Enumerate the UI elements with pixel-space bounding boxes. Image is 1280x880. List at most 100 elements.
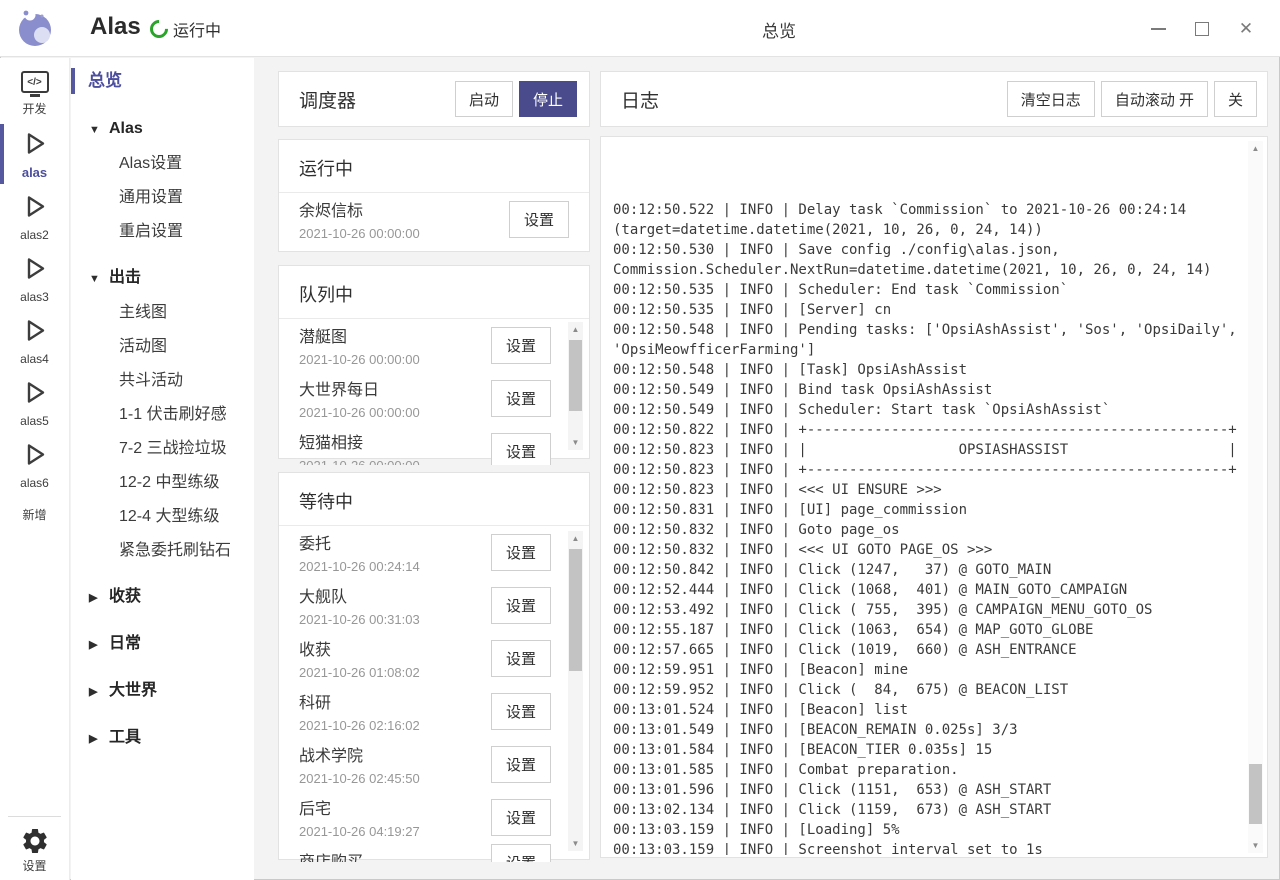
chevron-icon: ▶ [89,681,109,703]
nav-item[interactable]: ▶工具 [71,727,254,750]
start-button[interactable]: 启动 [455,81,513,117]
log-off-button[interactable]: 关 [1214,81,1257,117]
rail-item[interactable]: alas4 [0,317,69,366]
stop-button[interactable]: 停止 [519,81,577,117]
gear-icon [20,826,50,856]
waiting-task-list: 委托 2021-10-26 00:24:14 设置 大舰队 2021-10-26… [279,526,589,862]
scheduler-header: 调度器 启动 停止 [278,71,590,127]
titlebar: Alas 运行中 总览 ✕ [0,0,1280,57]
log-line: 00:12:50.823 | INFO | | OPSIASHASSIST | [613,440,1243,460]
log-line: 00:12:50.535 | INFO | Scheduler: End tas… [613,280,1243,300]
task-settings-button[interactable]: 设置 [491,587,551,624]
rail-item[interactable]: alas6 [0,441,69,490]
task-row: 大舰队 2021-10-26 00:31:03 设置 [299,583,519,627]
window-controls: ✕ [1136,0,1268,57]
scroll-up-icon[interactable]: ▲ [1248,141,1263,156]
nav-item[interactable]: 活动图 [71,336,254,358]
log-scrollbar[interactable]: ▲ ▼ [1248,141,1263,853]
task-name: 战术学院 [299,742,519,766]
rail-item[interactable]: alas [0,130,69,180]
rail-item[interactable]: alas3 [0,255,69,304]
task-time: 2021-10-26 00:00:00 [299,226,519,241]
minimize-button[interactable] [1136,9,1180,49]
scroll-down-icon[interactable]: ▼ [568,836,583,851]
nav-item-label: 大世界 [109,682,157,699]
task-settings-button[interactable]: 设置 [509,201,569,238]
scroll-down-icon[interactable]: ▼ [568,435,583,450]
queued-card: 队列中 潜艇图 2021-10-26 00:00:00 设置 大世界每日 202… [278,265,590,459]
scrollbar-thumb[interactable] [569,340,582,411]
log-line: 00:12:50.522 | INFO | Delay task `Commis… [613,200,1243,220]
rail-settings-button[interactable]: 设置 [8,816,61,874]
log-line: 00:12:59.951 | INFO | [Beacon] mine [613,660,1243,680]
scroll-down-icon[interactable]: ▼ [1248,838,1263,853]
nav-item[interactable]: Alas设置 [71,153,254,175]
nav-item[interactable]: 12-2 中型练级 [71,472,254,494]
log-line: 00:13:01.584 | INFO | [BEACON_TIER 0.035… [613,740,1243,760]
play-icon [21,441,48,468]
waiting-scrollbar[interactable]: ▲ ▼ [568,531,583,851]
log-line: 00:12:59.952 | INFO | Click ( 84, 675) @… [613,680,1243,700]
task-settings-button[interactable]: 设置 [491,746,551,783]
nav-item[interactable]: ▶收获 [71,586,254,609]
task-settings-button[interactable]: 设置 [491,640,551,677]
autoscroll-toggle-button[interactable]: 自动滚动 开 [1101,81,1208,117]
task-settings-button[interactable]: 设置 [491,799,551,836]
task-name: 科研 [299,689,519,713]
rail-item[interactable]: 新增 [0,503,69,523]
log-line: 00:12:50.832 | INFO | Goto page_os [613,520,1243,540]
nav-item[interactable]: 共斗活动 [71,370,254,392]
scrollbar-thumb[interactable] [569,549,582,671]
rail-item-label: alas5 [20,414,49,428]
running-task-list: 余烬信标 2021-10-26 00:00:00 设置 [279,193,589,250]
scrollbar-thumb[interactable] [1249,764,1262,824]
nav-item-label: 活动图 [119,338,167,355]
task-settings-button[interactable]: 设置 [491,844,551,862]
nav-item[interactable]: ▶日常 [71,633,254,656]
nav-item[interactable]: 重启设置 [71,221,254,243]
nav-item-label: 主线图 [119,304,167,321]
nav-item[interactable]: 通用设置 [71,187,254,209]
task-settings-button[interactable]: 设置 [491,693,551,730]
log-line: 00:12:53.492 | INFO | Click ( 755, 395) … [613,600,1243,620]
rail-item[interactable]: alas5 [0,379,69,428]
app-name: Alas [90,13,141,41]
task-row: 大世界每日 2021-10-26 00:00:00 设置 [299,376,519,420]
close-button[interactable]: ✕ [1224,9,1268,49]
task-settings-button[interactable]: 设置 [491,380,551,417]
nav-item[interactable]: 1-1 伏击刷好感 [71,404,254,426]
task-settings-button[interactable]: 设置 [491,327,551,364]
log-line: 00:12:50.530 | INFO | Save config ./conf… [613,240,1243,260]
task-settings-button[interactable]: 设置 [491,433,551,466]
task-row: 短猫相接 2021-10-26 00:00:00 设置 [299,429,519,465]
running-spinner-icon [146,16,171,41]
nav-item[interactable]: 12-4 大型练级 [71,506,254,528]
nav-item[interactable]: 主线图 [71,302,254,324]
play-icon [21,193,48,220]
log-line: 00:13:01.524 | INFO | [Beacon] list [613,700,1243,720]
task-row: 后宅 2021-10-26 04:19:27 设置 [299,795,519,839]
task-time: 2021-10-26 02:16:02 [299,718,519,733]
nav-item[interactable]: 7-2 三战捡垃圾 [71,438,254,460]
log-line: 00:13:02.134 | INFO | Click (1159, 673) … [613,800,1243,820]
play-icon [21,130,48,157]
nav-item[interactable]: 紧急委托刷钻石 [71,540,254,562]
maximize-button[interactable] [1180,9,1224,49]
log-line: 00:12:52.444 | INFO | Click (1068, 401) … [613,580,1243,600]
nav-item[interactable]: ▼出击 [71,267,254,290]
nav-item[interactable]: ▼Alas [71,118,254,141]
queued-scrollbar[interactable]: ▲ ▼ [568,322,583,450]
log-output[interactable]: 00:12:50.522 | INFO | Delay task `Commis… [613,140,1243,855]
task-time: 2021-10-26 00:31:03 [299,612,519,627]
instance-rail: </> 开发 alas alas2 alas3 alas4 alas5 alas… [0,58,70,880]
nav-item[interactable]: ▶大世界 [71,680,254,703]
clear-log-button[interactable]: 清空日志 [1007,81,1095,117]
rail-item[interactable]: </> 开发 [0,71,69,117]
scroll-up-icon[interactable]: ▲ [568,531,583,546]
log-line: Commission.Scheduler.NextRun=datetime.da… [613,260,1243,280]
nav-item[interactable]: 总览 [71,68,254,94]
rail-item[interactable]: alas2 [0,193,69,242]
log-line: 00:12:50.549 | INFO | Bind task OpsiAshA… [613,380,1243,400]
task-settings-button[interactable]: 设置 [491,534,551,571]
scroll-up-icon[interactable]: ▲ [568,322,583,337]
